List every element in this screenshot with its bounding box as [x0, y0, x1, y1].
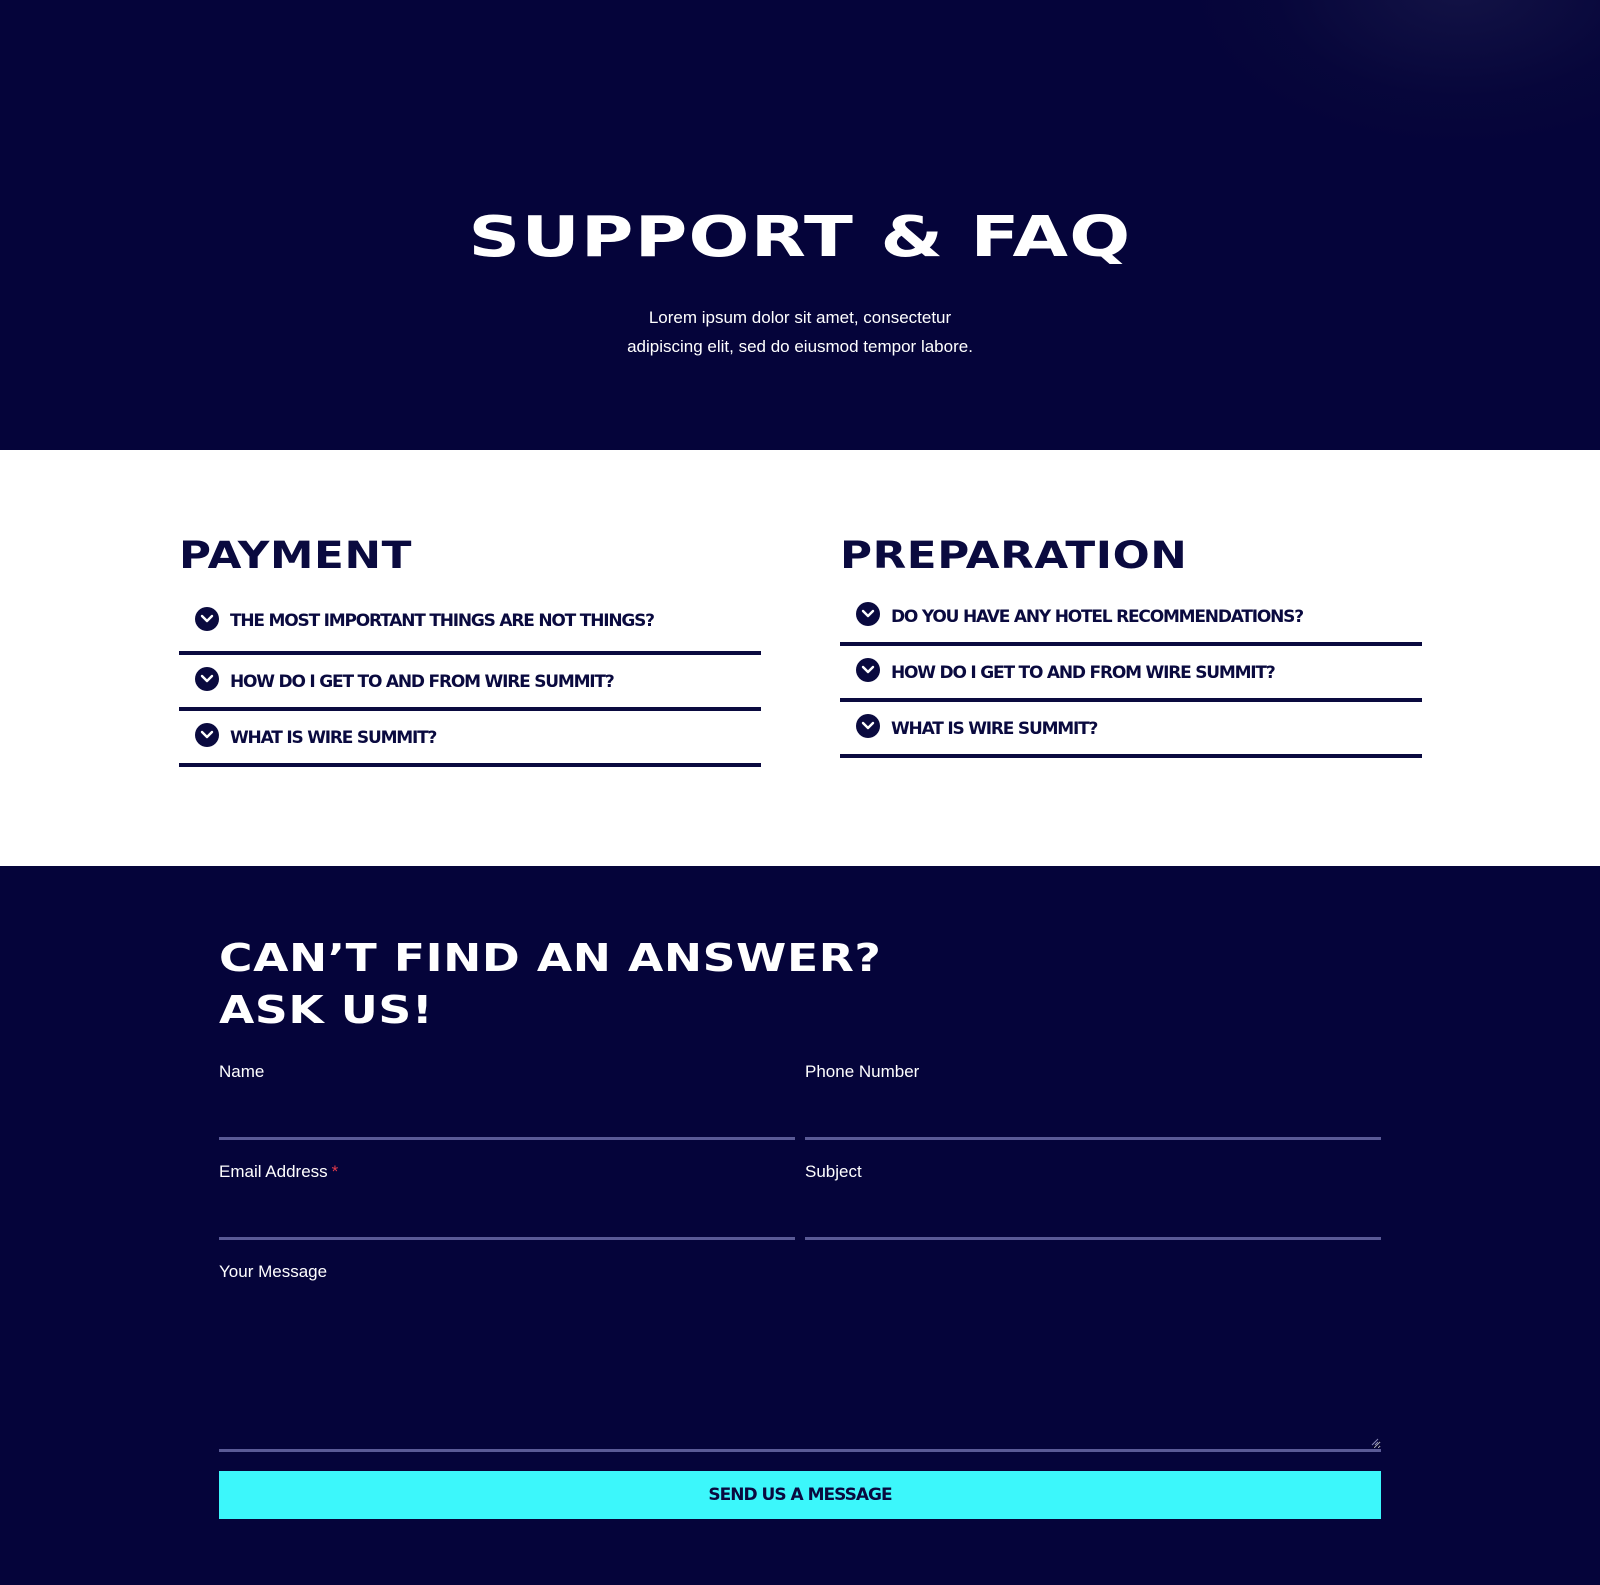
page-title: SUPPORT & FAQ — [468, 205, 1132, 270]
faq-item[interactable]: WHAT IS WIRE SUMMIT? — [179, 711, 761, 767]
phone-label: Phone Number — [805, 1062, 920, 1081]
chevron-down-icon — [856, 602, 880, 626]
name-field: Name — [219, 1062, 795, 1140]
faq-question: HOW DO I GET TO AND FROM WIRE SUMMIT? — [891, 663, 1276, 683]
email-field: Email Address * — [219, 1162, 795, 1240]
phone-input[interactable] — [805, 1106, 1381, 1140]
hero-background-glow — [1200, 0, 1600, 140]
subject-label: Subject — [805, 1162, 862, 1181]
resize-grip-icon[interactable] — [1371, 1438, 1379, 1446]
email-input[interactable] — [219, 1206, 795, 1240]
faq-item[interactable]: HOW DO I GET TO AND FROM WIRE SUMMIT? — [179, 655, 761, 711]
chevron-down-icon — [195, 667, 219, 691]
faq-section: PAYMENT THE MOST IMPORTANT THINGS ARE NO… — [0, 450, 1600, 866]
subject-input[interactable] — [805, 1206, 1381, 1240]
faq-item[interactable]: HOW DO I GET TO AND FROM WIRE SUMMIT? — [840, 646, 1422, 702]
chevron-down-icon — [856, 714, 880, 738]
faq-question: WHAT IS WIRE SUMMIT? — [230, 728, 437, 748]
contact-title: CAN’T FIND AN ANSWER? ASK US! — [219, 936, 882, 1032]
faq-category-title: PAYMENT — [179, 534, 412, 577]
faq-question: DO YOU HAVE ANY HOTEL RECOMMENDATIONS? — [891, 607, 1304, 627]
chevron-down-icon — [195, 723, 219, 747]
hero-subtitle-line: adipiscing elit, sed do eiusmod tempor l… — [627, 337, 973, 356]
faq-question: WHAT IS WIRE SUMMIT? — [891, 719, 1098, 739]
faq-item[interactable]: DO YOU HAVE ANY HOTEL RECOMMENDATIONS? — [840, 590, 1422, 646]
faq-item[interactable]: THE MOST IMPORTANT THINGS ARE NOT THINGS… — [179, 590, 761, 655]
faq-category-title: PREPARATION — [840, 534, 1188, 577]
faq-question: THE MOST IMPORTANT THINGS ARE NOT THINGS… — [230, 610, 655, 631]
required-mark: * — [331, 1162, 339, 1181]
email-label-text: Email Address — [219, 1162, 328, 1181]
hero-subtitle: Lorem ipsum dolor sit amet, consectetur … — [0, 303, 1600, 361]
send-message-button[interactable]: SEND US A MESSAGE — [219, 1471, 1381, 1519]
chevron-down-icon — [856, 658, 880, 682]
message-textarea[interactable] — [219, 1294, 1381, 1452]
subject-field: Subject — [805, 1162, 1381, 1240]
contact-section: CAN’T FIND AN ANSWER? ASK US! Name Phone… — [0, 866, 1600, 1585]
hero-section: SUPPORT & FAQ Lorem ipsum dolor sit amet… — [0, 0, 1600, 450]
faq-column-preparation: PREPARATION DO YOU HAVE ANY HOTEL RECOMM… — [840, 534, 1422, 758]
phone-field: Phone Number — [805, 1062, 1381, 1140]
hero-subtitle-line: Lorem ipsum dolor sit amet, consectetur — [648, 308, 952, 327]
faq-item[interactable]: WHAT IS WIRE SUMMIT? — [840, 702, 1422, 758]
name-label: Name — [219, 1062, 265, 1081]
chevron-down-icon — [195, 606, 219, 631]
message-field: Your Message — [219, 1262, 1381, 1452]
faq-question: HOW DO I GET TO AND FROM WIRE SUMMIT? — [230, 672, 615, 692]
message-label: Your Message — [219, 1262, 328, 1281]
name-input[interactable] — [219, 1106, 795, 1140]
faq-column-payment: PAYMENT THE MOST IMPORTANT THINGS ARE NO… — [179, 534, 761, 767]
email-label: Email Address * — [219, 1162, 338, 1181]
